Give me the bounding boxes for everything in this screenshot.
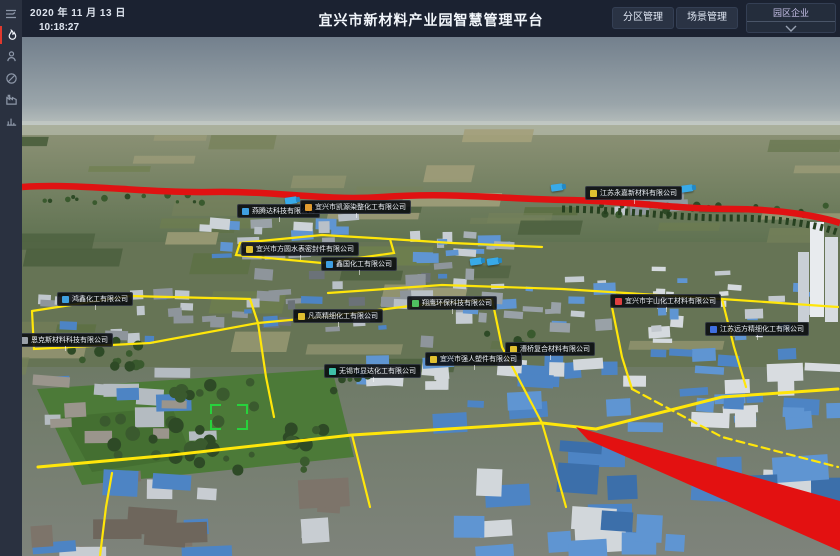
company-label-text: 翔鹰环保科技有限公司 [422, 298, 492, 308]
company-marker-icon [412, 300, 419, 307]
map-3d-view[interactable]: 燕腾达科技有限公司宜兴市凯源染整化工有限公司宜兴市方圆水表密封件有限公司鑫国化工… [22, 37, 840, 556]
company-label[interactable]: 鸿鑫化工有限公司 [57, 292, 133, 306]
sky [22, 37, 840, 133]
company-marker-icon [298, 313, 305, 320]
app-window: 2020 年 11 月 13 日 10:18:27 宜兴市新材料产业园智慧管理平… [0, 0, 840, 556]
company-label-text: 宜兴市方圆水表密封件有限公司 [256, 244, 354, 254]
selection-box [210, 404, 248, 430]
company-label-text: 恩克斯材料科技有限公司 [31, 335, 108, 345]
company-marker-icon [590, 190, 597, 197]
company-label[interactable]: 恩克斯材料科技有限公司 [22, 333, 113, 347]
company-label-text: 凡高精细化工有限公司 [308, 311, 378, 321]
bar-chart-icon[interactable] [0, 110, 22, 130]
top-bar: 2020 年 11 月 13 日 10:18:27 宜兴市新材料产业园智慧管理平… [22, 0, 840, 37]
company-marker-icon [62, 296, 69, 303]
company-label-text: 宜兴市宇山化工材料有限公司 [625, 296, 716, 306]
scene-management-button[interactable]: 场景管理 [676, 7, 738, 29]
chevron-down-icon [785, 25, 797, 32]
company-marker-icon [305, 204, 312, 211]
company-label-text: 漕桥复合材料有限公司 [520, 344, 590, 354]
company-label-text: 宜兴市凯源染整化工有限公司 [315, 202, 406, 212]
company-marker-icon [430, 356, 437, 363]
company-marker-icon [326, 261, 333, 268]
company-label[interactable]: 江苏远方精细化工有限公司 [705, 322, 809, 336]
person-icon[interactable] [0, 46, 22, 66]
company-label-text: 宜兴市强人塑件有限公司 [440, 354, 517, 364]
fire-icon[interactable] [0, 25, 22, 45]
gauge-icon[interactable] [0, 68, 22, 88]
company-label-text: 鑫国化工有限公司 [336, 259, 392, 269]
company-label-text: 鸿鑫化工有限公司 [72, 294, 128, 304]
company-label-text: 江苏永嘉新材料有限公司 [600, 188, 677, 198]
company-label-text: 无锡市显达化工有限公司 [339, 366, 416, 376]
company-marker-icon [22, 337, 28, 344]
park-enterprise-dropdown[interactable]: 园区企业 [746, 3, 836, 33]
company-label[interactable]: 翔鹰环保科技有限公司 [407, 296, 497, 310]
company-label[interactable]: 无锡市显达化工有限公司 [324, 364, 421, 378]
company-label[interactable]: 鑫国化工有限公司 [321, 257, 397, 271]
company-label[interactable]: 宜兴市方圆水表密封件有限公司 [241, 242, 359, 256]
company-marker-icon [710, 326, 717, 333]
company-marker-icon [329, 368, 336, 375]
company-label[interactable]: 江苏永嘉新材料有限公司 [585, 186, 682, 200]
company-label[interactable]: 宜兴市宇山化工材料有限公司 [610, 294, 721, 308]
company-marker-icon [246, 246, 253, 253]
factory-icon[interactable] [0, 89, 22, 109]
zone-management-button[interactable]: 分区管理 [612, 7, 674, 29]
company-marker-icon [615, 298, 622, 305]
dropdown-label: 园区企业 [747, 4, 835, 22]
menu-icon[interactable] [0, 4, 22, 24]
sidebar [0, 0, 22, 556]
company-marker-icon [242, 208, 249, 215]
company-label-text: 江苏远方精细化工有限公司 [720, 324, 804, 334]
company-label[interactable]: 宜兴市强人塑件有限公司 [425, 352, 522, 366]
company-label[interactable]: 凡高精细化工有限公司 [293, 309, 383, 323]
company-label[interactable]: 宜兴市凯源染整化工有限公司 [300, 200, 411, 214]
